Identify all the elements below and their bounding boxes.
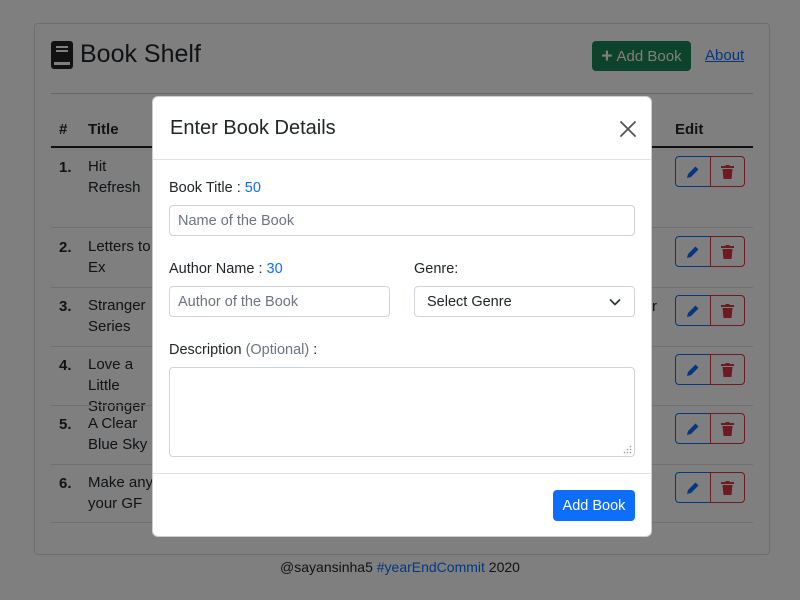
description-label: Description (Optional) : — [169, 342, 318, 358]
close-icon[interactable] — [619, 120, 637, 138]
genre-label: Genre: — [414, 261, 459, 277]
genre-select[interactable]: Select Genre — [414, 286, 635, 317]
author-name-input[interactable] — [169, 286, 390, 317]
chevron-down-icon — [609, 299, 621, 306]
book-details-modal: Enter Book Details Book Title : 50 Autho… — [152, 96, 652, 537]
author-name-label: Author Name : 30 — [169, 261, 283, 277]
description-textarea[interactable] — [169, 367, 635, 457]
resize-grip-icon[interactable] — [623, 445, 632, 454]
modal-header: Enter Book Details — [153, 97, 651, 160]
modal-title: Enter Book Details — [170, 117, 336, 139]
book-title-char-count: 50 — [244, 180, 261, 196]
description-optional-hint: (Optional) — [245, 342, 310, 358]
book-title-label: Book Title : 50 — [169, 180, 261, 196]
genre-select-value: Select Genre — [427, 293, 512, 310]
modal-footer — [153, 473, 651, 474]
submit-add-book-button[interactable]: Add Book — [553, 490, 635, 521]
book-title-input[interactable] — [169, 205, 635, 236]
author-name-char-count: 30 — [266, 261, 283, 277]
